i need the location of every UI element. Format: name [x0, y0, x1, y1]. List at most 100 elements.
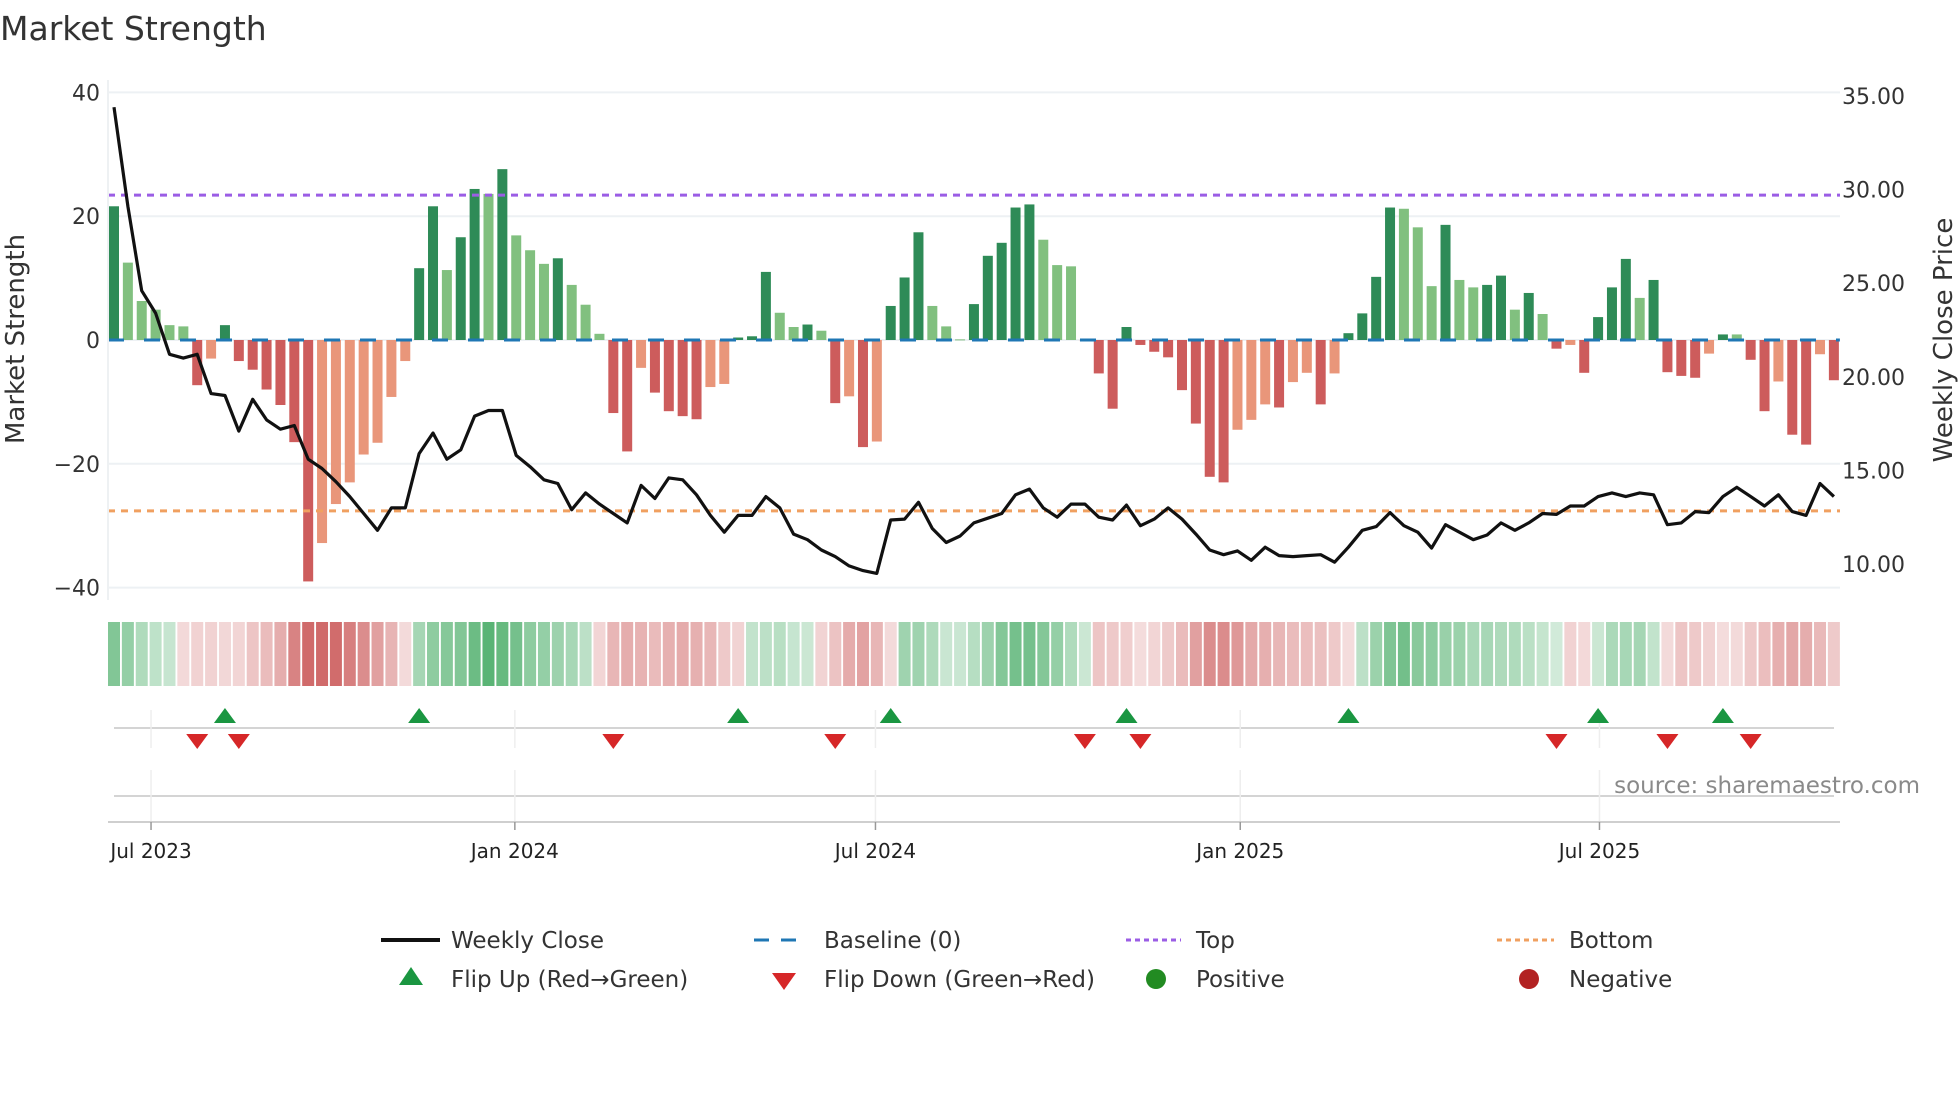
x-tick-label: Jan 2025: [1194, 839, 1284, 863]
legend-label: Flip Down (Green→Red): [824, 967, 1095, 993]
strip-cell: [454, 622, 467, 686]
strength-bar: [1759, 340, 1770, 412]
strip-cell: [1259, 622, 1272, 686]
strength-bar: [1301, 340, 1312, 373]
strength-bar: [1801, 340, 1812, 445]
right-tick-label: 15.00: [1842, 459, 1905, 484]
strip-cell: [1286, 622, 1299, 686]
strength-bar: [1815, 340, 1826, 355]
strip-cell: [1647, 622, 1660, 686]
strip-cell: [1411, 622, 1424, 686]
legend-item-flip-down[interactable]: Flip Down (Green→Red): [772, 967, 1095, 993]
strip-cell: [371, 622, 384, 686]
x-axis: Jul 2023 Jan 2024 Jul 2024 Jan 2025 Jul 2025: [108, 821, 1840, 863]
strip-cell: [662, 622, 675, 686]
strength-bar: [1121, 327, 1132, 340]
strength-bar: [1648, 279, 1659, 340]
right-tick-label: 30.00: [1842, 179, 1905, 204]
strip-cell: [718, 622, 731, 686]
strength-bar: [1620, 258, 1631, 340]
strip-cell: [940, 622, 953, 686]
strength-bar: [344, 340, 355, 483]
strength-bar: [261, 340, 272, 390]
left-tick-label: 20: [72, 205, 100, 230]
left-tick-label: 40: [72, 81, 100, 106]
flip-down-marker: [1739, 734, 1762, 749]
legend-item-top[interactable]: Top: [1126, 928, 1235, 954]
legend-item-baseline[interactable]: Baseline (0): [754, 928, 961, 954]
triangle-up-icon: [399, 967, 423, 985]
legend-label: Top: [1195, 928, 1235, 954]
legend-item-bottom[interactable]: Bottom: [1497, 928, 1653, 954]
right-tick-label: 20.00: [1842, 366, 1905, 391]
strength-bar: [428, 206, 439, 340]
strength-bar: [913, 232, 924, 340]
flip-down-marker: [1129, 734, 1152, 749]
strength-bar: [844, 340, 855, 397]
strength-bar: [1468, 287, 1479, 340]
strength-bar: [830, 340, 841, 404]
strip-cell: [829, 622, 842, 686]
legend-item-positive[interactable]: Positive: [1146, 967, 1285, 993]
strength-bar: [885, 305, 896, 340]
right-tick-label: 25.00: [1842, 272, 1905, 297]
strip-cell: [1495, 622, 1507, 686]
strip-cell: [1065, 622, 1078, 686]
strip-cell: [1814, 622, 1827, 686]
strip-cell: [1453, 622, 1466, 686]
strip-cell: [1703, 622, 1716, 686]
strength-bar: [691, 340, 702, 420]
chart-title: Market Strength: [0, 9, 267, 48]
flip-up-marker: [408, 708, 431, 723]
legend-item-negative[interactable]: Negative: [1519, 967, 1672, 993]
strip-cell: [1481, 622, 1494, 686]
strip-cell: [676, 622, 689, 686]
strip-cell: [1148, 622, 1161, 686]
strength-bar: [788, 327, 799, 340]
strength-bar: [677, 340, 688, 417]
strip-cell: [427, 622, 440, 686]
strip-cell: [205, 622, 218, 686]
strength-bar: [1482, 284, 1493, 340]
strength-bar: [1828, 340, 1839, 381]
strip-cell: [260, 622, 273, 686]
legend: Weekly Close Baseline (0) Top Bottom Fli…: [381, 928, 1672, 993]
strip-cell: [537, 622, 550, 686]
flip-down-marker: [227, 734, 250, 749]
strip-cell: [1314, 622, 1327, 686]
strip-cell: [1217, 622, 1230, 686]
strength-bar: [1704, 340, 1715, 354]
strip-cell: [704, 622, 717, 686]
strip-cell: [926, 622, 939, 686]
strip-cell: [967, 622, 980, 686]
strength-bar: [1676, 340, 1687, 376]
strip-cell: [1827, 622, 1840, 686]
strip-cell: [1536, 622, 1549, 686]
strength-bar: [566, 284, 577, 340]
strength-bar: [1176, 340, 1187, 391]
strip-cell: [1134, 622, 1147, 686]
strip-cell: [1800, 622, 1813, 686]
strength-bar: [1773, 340, 1784, 382]
strip-cell: [1744, 622, 1757, 686]
strength-bar: [594, 333, 605, 340]
strength-bar: [469, 188, 480, 340]
flip-down-marker: [1073, 734, 1096, 749]
strip-cell: [801, 622, 814, 686]
strength-bar: [1190, 340, 1201, 424]
legend-item-weekly-close[interactable]: Weekly Close: [381, 928, 604, 954]
strength-bar: [1274, 340, 1285, 408]
legend-item-flip-up[interactable]: Flip Up (Red→Green): [399, 967, 688, 993]
strip-cell: [787, 622, 800, 686]
strength-bar: [552, 258, 563, 340]
flip-up-marker: [213, 708, 236, 723]
strip-cell: [884, 622, 897, 686]
strip-cell: [163, 622, 176, 686]
strip-cell: [177, 622, 190, 686]
strip-cell: [288, 622, 301, 686]
strip-cell: [1550, 622, 1563, 686]
strip-cell: [815, 622, 828, 686]
x-tick-label: Jul 2025: [1557, 839, 1640, 863]
right-axis-title: Weekly Close Price: [1929, 218, 1959, 463]
strength-bar: [982, 255, 993, 340]
